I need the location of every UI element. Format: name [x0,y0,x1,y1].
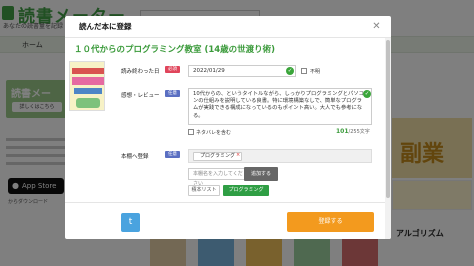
register-dialog: 読んだ本に登録 ✕ １０代からのプログラミング教室 (14歳の世渡り術) 読み終… [65,16,391,239]
optional-badge: 任意 [165,151,180,158]
dialog-footer-divider [65,202,385,203]
dialog-header: 読んだ本に登録 ✕ [65,16,391,38]
dialog-scrollbar[interactable] [385,38,391,239]
close-icon[interactable]: ✕ [370,20,383,33]
shelf-chip: プログラミング [193,152,243,161]
book-cover [69,61,105,111]
book-title: １０代からのプログラミング教室 (14歳の世渡り術) [74,45,276,55]
netabare-label: ネタバレを含む [196,130,232,136]
date-label: 読み終わった日 [121,69,160,75]
check-icon: ✓ [363,90,371,98]
char-count: 101 [336,128,349,135]
scrollbar-thumb[interactable] [386,40,390,198]
date-input[interactable]: 2022/01/29 [188,65,296,77]
shelf-option-chip-selected[interactable]: プログラミング [223,185,269,196]
unknown-date-checkbox[interactable] [301,68,307,74]
shelf-label: 本棚へ登録 [121,154,149,160]
optional-badge: 任意 [165,90,180,97]
twitter-icon[interactable]: t [121,213,140,232]
char-counter: 101/255文字 [336,128,370,135]
shelf-name-input[interactable]: 本棚名を入力してください [188,168,245,187]
char-max: /255文字 [348,129,370,135]
review-label: 感想・レビュー [121,93,160,99]
remove-chip-icon[interactable]: × [236,152,240,158]
shelf-option-chip[interactable]: 積本リスト [188,185,220,196]
dialog-title: 読んだ本に登録 [79,22,132,31]
check-icon: ✓ [286,67,294,75]
submit-button[interactable]: 登録する [287,212,374,232]
add-shelf-button[interactable]: 追加する [244,167,278,181]
dialog-body: １０代からのプログラミング教室 (14歳の世渡り術) 読み終わった日 必須 20… [65,38,385,239]
selected-shelves: プログラミング × [188,149,372,163]
required-badge: 必須 [165,66,180,73]
review-textarea[interactable]: 10代からの、というタイトルながら、しっかりプログラミングとパソコンの仕組みを説… [188,88,372,125]
netabare-checkbox[interactable] [188,129,194,135]
unknown-date-label: 不明 [310,69,321,75]
